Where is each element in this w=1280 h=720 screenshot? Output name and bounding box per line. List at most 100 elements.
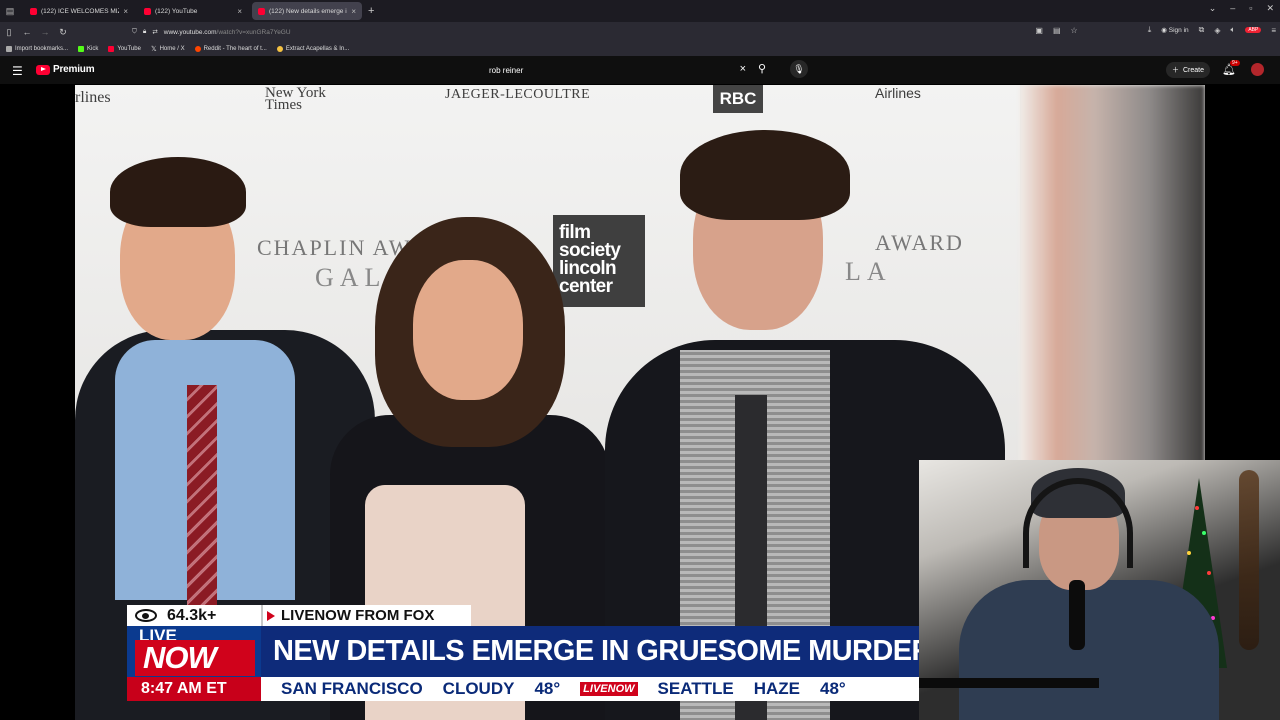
time-label: 8:47 AM ET	[127, 677, 261, 701]
youtube-favicon-icon	[258, 7, 265, 15]
close-window-icon[interactable]: ✕	[1266, 3, 1274, 14]
mic-boom-arm	[919, 678, 1099, 688]
bookmark-star-icon[interactable]: ☆	[1071, 26, 1078, 35]
hair	[110, 157, 246, 227]
eye-icon	[135, 609, 157, 622]
bookmark-x[interactable]: 𝕏 Home / X	[151, 45, 185, 53]
ticker-item: CLOUDY	[442, 679, 515, 698]
blurred-background	[1020, 85, 1205, 505]
browser-tab-2[interactable]: (122) YouTube ×	[138, 2, 248, 20]
search-query: rob reiner	[489, 65, 524, 75]
browser-tab-3[interactable]: (122) New details emerge in mu ×	[252, 2, 362, 20]
ticker-item: HAZE	[753, 679, 800, 698]
shield-icon[interactable]: ⛉	[132, 28, 137, 36]
list-all-tabs-icon[interactable]: ⌄	[1209, 3, 1217, 14]
shield-extension-icon[interactable]: ◈	[1214, 26, 1220, 35]
bookmark-kick[interactable]: Kick	[78, 46, 98, 52]
notification-count-badge: 9+	[1230, 60, 1240, 66]
bookmark-youtube[interactable]: YouTube	[108, 46, 141, 52]
downloads-icon[interactable]: ⤓	[1148, 25, 1152, 35]
url-path: /watch?v=xunGRa7YeGU	[216, 28, 291, 36]
extensions-icon[interactable]: ⧉	[1199, 25, 1205, 35]
browser-tab-bar: ▤ (122) ICE WELCOMES MIZKIF – × (122) Yo…	[0, 0, 1280, 22]
new-tab-icon[interactable]: +	[368, 5, 374, 17]
livenow-logo: LIVE NOW	[127, 626, 261, 677]
close-tab-icon[interactable]: ×	[123, 7, 128, 16]
toolbar-right: ▣ ▤ ☆ ⤓ ◉ Sign in ⧉ ◈ 🔈︎ ABP ≡	[1035, 25, 1276, 35]
tab-title: (122) ICE WELCOMES MIZKIF –	[41, 7, 119, 15]
streamer-hoodie	[959, 580, 1219, 720]
voice-search-icon[interactable]: 🎙︎	[790, 60, 808, 78]
sponsor-airlines-right: Airlines	[875, 85, 921, 101]
address-bar[interactable]: ⛉ 🔒︎ ⇄ www.youtube.com/watch?v=xunGRa7Ye…	[132, 24, 1092, 40]
tab-title: (122) New details emerge in mu	[269, 7, 347, 15]
menu-icon[interactable]: ≡	[1271, 26, 1276, 35]
sponsor-rbc-logo: RBC	[713, 85, 763, 113]
kick-icon	[78, 46, 85, 52]
permissions-icon[interactable]: ⇄	[152, 28, 157, 36]
search-input[interactable]: rob reiner ×	[482, 62, 752, 78]
plus-icon: ＋	[1172, 67, 1179, 74]
youtube-premium-logo[interactable]: Premium	[36, 64, 95, 75]
bookmarks-bar: Import bookmarks... Kick YouTube 𝕏 Home /…	[0, 42, 1280, 56]
url-domain: www.youtube.com	[163, 28, 217, 36]
window-controls: ⌄ – ▫ ✕	[1209, 3, 1274, 14]
close-tab-icon[interactable]: ×	[351, 7, 356, 16]
addon-badge-icon[interactable]: ABP	[1245, 27, 1262, 33]
hair	[680, 130, 850, 220]
source-label: LIVENOW FROM FOX	[261, 605, 471, 626]
mute-icon[interactable]: 🔈︎	[1231, 25, 1236, 35]
search-icon[interactable]: ⚲	[758, 62, 766, 75]
youtube-favicon-icon	[144, 7, 151, 15]
forward-icon[interactable]: →	[36, 27, 54, 37]
sign-in-button[interactable]: ◉ Sign in	[1161, 26, 1188, 34]
youtube-icon	[108, 46, 115, 52]
back-icon[interactable]: ←	[18, 27, 36, 37]
weather-ticker: SAN FRANCISCO CLOUDY 48° LIVENOW SEATTLE…	[261, 677, 919, 701]
headline-text: NEW DETAILS EMERGE IN GRUESOME MURDER OF…	[261, 626, 919, 677]
ticker-item: 48°	[534, 679, 561, 698]
sponsor-airlines-left: rlines	[75, 89, 111, 106]
x-icon: 𝕏	[150, 46, 157, 53]
viewer-count: 64.3k+	[127, 605, 261, 626]
bookmark-reddit[interactable]: Reddit - The heart of t...	[194, 46, 267, 52]
tab-list-icon[interactable]: ▤	[0, 0, 20, 22]
reader-view-icon[interactable]: ▤	[1053, 26, 1061, 35]
reddit-icon	[194, 46, 201, 52]
lock-icon[interactable]: 🔒︎	[143, 28, 146, 36]
livenow-ticker-logo: LIVENOW	[580, 682, 638, 696]
hamburger-menu-icon[interactable]: ☰	[12, 64, 23, 78]
import-icon	[6, 46, 12, 52]
guitar	[1239, 470, 1259, 650]
bookmark-import[interactable]: Import bookmarks...	[6, 46, 68, 52]
reload-icon[interactable]: ↻	[54, 27, 72, 38]
sidebar-toggle-icon[interactable]: ▯	[0, 27, 18, 38]
tab-title: (122) YouTube	[155, 7, 198, 15]
browser-tab-1[interactable]: (122) ICE WELCOMES MIZKIF – ×	[24, 2, 134, 20]
sponsor-jaeger: JAEGER-LECOULTRE	[445, 87, 591, 102]
clear-search-icon[interactable]: ×	[740, 63, 746, 75]
close-tab-icon[interactable]: ×	[237, 7, 242, 16]
maximize-icon[interactable]: ▫	[1249, 3, 1252, 14]
ticker-item: SAN FRANCISCO	[281, 679, 423, 698]
award-text-right: AWARD	[875, 230, 964, 255]
avatar[interactable]	[1251, 63, 1264, 76]
folder-icon	[276, 46, 283, 52]
youtube-header: ☰ Premium rob reiner × ⚲ 🎙︎ ＋ Create 🔔︎ 9…	[0, 56, 1280, 84]
microphone	[1069, 580, 1085, 650]
create-button[interactable]: ＋ Create	[1166, 62, 1211, 78]
minimize-icon[interactable]: –	[1230, 3, 1235, 14]
youtube-play-icon	[36, 64, 50, 75]
face	[413, 260, 523, 400]
browser-nav-bar: ▯ ← → ↻ ⛉ 🔒︎ ⇄ www.youtube.com/watch?v=x…	[0, 22, 1280, 42]
bookmark-extract[interactable]: Extract Acapellas & In...	[276, 46, 349, 52]
youtube-favicon-icon	[30, 7, 37, 15]
picture-in-picture-icon[interactable]: ▣	[1035, 26, 1043, 35]
ticker-item: SEATTLE	[657, 679, 734, 698]
lower-third-headline-bar: LIVE NOW NEW DETAILS EMERGE IN GRUESOME …	[127, 626, 919, 677]
gala-text-right: LA	[845, 257, 892, 286]
ticker-item: 48°	[819, 679, 846, 698]
sponsor-nyt: New York Times	[265, 85, 326, 113]
lower-third-top: 64.3k+ LIVENOW FROM FOX	[127, 605, 471, 626]
lower-third-ticker: 8:47 AM ET SAN FRANCISCO CLOUDY 48° LIVE…	[127, 677, 919, 701]
